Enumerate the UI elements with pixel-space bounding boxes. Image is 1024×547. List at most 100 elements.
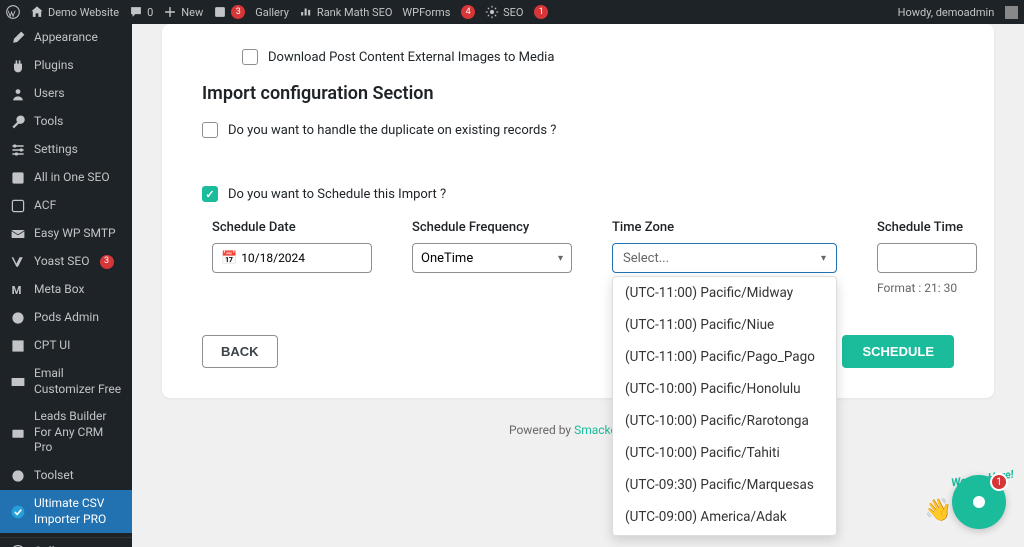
wave-emoji: 👋 <box>925 498 952 523</box>
chevron-down-icon: ▾ <box>558 253 563 264</box>
comments-link[interactable]: 0 <box>129 5 153 19</box>
tz-option[interactable]: (UTC-11:00) Pacific/Midway <box>613 277 836 309</box>
pods-icon <box>10 310 26 326</box>
wpforms-link[interactable]: WPForms 4 <box>402 5 475 19</box>
csv-icon <box>10 504 26 520</box>
sidebar-item-label: Plugins <box>34 58 74 74</box>
admin-bar: Demo Website 0 New 3 Gallery Rank Math S… <box>0 0 1024 24</box>
svg-text:M: M <box>12 284 22 297</box>
sidebar-item-toolset[interactable]: Toolset <box>0 462 132 490</box>
sidebar-item-label: All in One SEO <box>34 170 110 186</box>
sidebar-item-leads[interactable]: Leads Builder For Any CRM Pro <box>0 403 132 462</box>
sidebar-item-label: Settings <box>34 142 78 158</box>
tz-option[interactable]: (UTC-09:00) Pacific/Gambier <box>613 533 836 536</box>
rankmath-label: Rank Math SEO <box>317 6 392 19</box>
wp-logo[interactable] <box>6 5 20 19</box>
back-button[interactable]: BACK <box>202 335 278 368</box>
time-label: Schedule Time <box>877 220 977 235</box>
schedule-button[interactable]: SCHEDULE <box>842 335 954 368</box>
sidebar-item-metabox[interactable]: M Meta Box <box>0 276 132 304</box>
leads-icon <box>10 425 26 441</box>
sidebar-item-pods[interactable]: Pods Admin <box>0 304 132 332</box>
chat-widget[interactable]: 1 <box>952 475 1006 529</box>
duplicate-checkbox[interactable] <box>202 122 218 138</box>
schedule-date-input[interactable]: 📅 10/18/2024 <box>212 243 372 273</box>
schedule-label: Do you want to Schedule this Import ? <box>228 187 446 202</box>
timezone-select[interactable]: Select... ▾ <box>612 243 837 273</box>
date-value: 10/18/2024 <box>241 251 305 265</box>
sidebar-item-smtp[interactable]: Easy WP SMTP <box>0 220 132 248</box>
sidebar-item-label: Tools <box>34 114 63 130</box>
comment-icon <box>129 5 143 19</box>
rankmath-count: 3 <box>231 5 245 19</box>
tz-option[interactable]: (UTC-10:00) Pacific/Honolulu <box>613 373 836 405</box>
sidebar-item-label: Easy WP SMTP <box>34 226 116 242</box>
sidebar-item-label: Pods Admin <box>34 310 99 326</box>
freq-value: OneTime <box>421 251 473 266</box>
brush-icon <box>10 30 26 46</box>
collapse-menu[interactable]: Collapse menu <box>0 537 132 547</box>
chevron-down-icon: ▾ <box>821 253 826 264</box>
sidebar-item-label: CPT UI <box>34 338 70 354</box>
schedule-time-input[interactable] <box>877 243 977 273</box>
sidebar-item-plugins[interactable]: Plugins <box>0 52 132 80</box>
sidebar-item-aioseo[interactable]: All in One SEO <box>0 164 132 192</box>
sidebar-item-emailcust[interactable]: Email Customizer Free <box>0 360 132 403</box>
duplicate-label: Do you want to handle the duplicate on e… <box>228 123 556 138</box>
date-label: Schedule Date <box>212 220 372 235</box>
sidebar-item-users[interactable]: Users <box>0 80 132 108</box>
sidebar-item-csv-importer[interactable]: Ultimate CSV Importer PRO <box>0 490 132 533</box>
tz-option[interactable]: (UTC-11:00) Pacific/Pago_Pago <box>613 341 836 373</box>
howdy-label: Howdy, demoadmin <box>898 6 995 19</box>
rankmath-seo-link[interactable]: Rank Math SEO <box>299 5 392 19</box>
seo-link[interactable]: SEO 1 <box>485 5 548 19</box>
timezone-dropdown: (UTC-11:00) Pacific/Midway (UTC-11:00) P… <box>612 276 837 536</box>
avatar <box>1005 6 1018 19</box>
sidebar-item-settings[interactable]: Settings <box>0 136 132 164</box>
sidebar-item-label: Email Customizer Free <box>34 366 122 397</box>
sidebar-item-label: Yoast SEO <box>34 254 90 270</box>
gallery-link[interactable]: Gallery <box>255 6 289 19</box>
plus-icon <box>163 5 177 19</box>
user-icon <box>10 86 26 102</box>
sidebar-item-cptui[interactable]: CPT UI <box>0 332 132 360</box>
schedule-checkbox[interactable] <box>202 186 218 202</box>
emailcust-icon <box>10 374 26 390</box>
tz-option[interactable]: (UTC-10:00) Pacific/Rarotonga <box>613 405 836 437</box>
seo-count: 1 <box>534 5 548 19</box>
gear-icon <box>485 5 499 19</box>
chat-badge: 1 <box>990 473 1008 491</box>
site-name-link[interactable]: Demo Website <box>30 5 119 19</box>
howdy-link[interactable]: Howdy, demoadmin <box>898 6 1018 19</box>
sidebar-item-appearance[interactable]: Appearance <box>0 24 132 52</box>
seo-label: SEO <box>503 6 523 19</box>
rankmath-badge-link[interactable]: 3 <box>213 5 245 19</box>
tz-option[interactable]: (UTC-11:00) Pacific/Niue <box>613 309 836 341</box>
download-images-label: Download Post Content External Images to… <box>268 50 554 65</box>
acf-icon <box>10 198 26 214</box>
sidebar-item-label: Meta Box <box>34 282 84 298</box>
tz-option[interactable]: (UTC-09:30) Pacific/Marquesas <box>613 469 836 501</box>
sidebar-item-tools[interactable]: Tools <box>0 108 132 136</box>
schedule-frequency-select[interactable]: OneTime ▾ <box>412 243 572 273</box>
wpforms-count: 4 <box>461 5 475 19</box>
download-images-checkbox[interactable] <box>242 49 258 65</box>
sidebar-item-label: Toolset <box>34 468 74 484</box>
new-link[interactable]: New <box>163 5 203 19</box>
footer: Powered by Smackcoders <box>162 423 994 437</box>
sidebar-item-label: ACF <box>34 198 56 214</box>
tz-placeholder: Select... <box>623 251 669 266</box>
plug-icon <box>10 58 26 74</box>
mail-icon <box>10 226 26 242</box>
tz-option[interactable]: (UTC-09:00) America/Adak <box>613 501 836 533</box>
footer-powered: Powered by <box>509 423 574 437</box>
tz-option[interactable]: (UTC-10:00) Pacific/Tahiti <box>613 437 836 469</box>
sidebar-item-label: Leads Builder For Any CRM Pro <box>34 409 122 456</box>
sidebar-item-label: Users <box>34 86 65 102</box>
toolset-icon <box>10 468 26 484</box>
home-icon <box>30 5 44 19</box>
yoast-icon <box>10 254 26 270</box>
sidebar-item-acf[interactable]: ACF <box>0 192 132 220</box>
wpforms-label: WPForms <box>402 6 450 19</box>
sidebar-item-yoast[interactable]: Yoast SEO3 <box>0 248 132 276</box>
